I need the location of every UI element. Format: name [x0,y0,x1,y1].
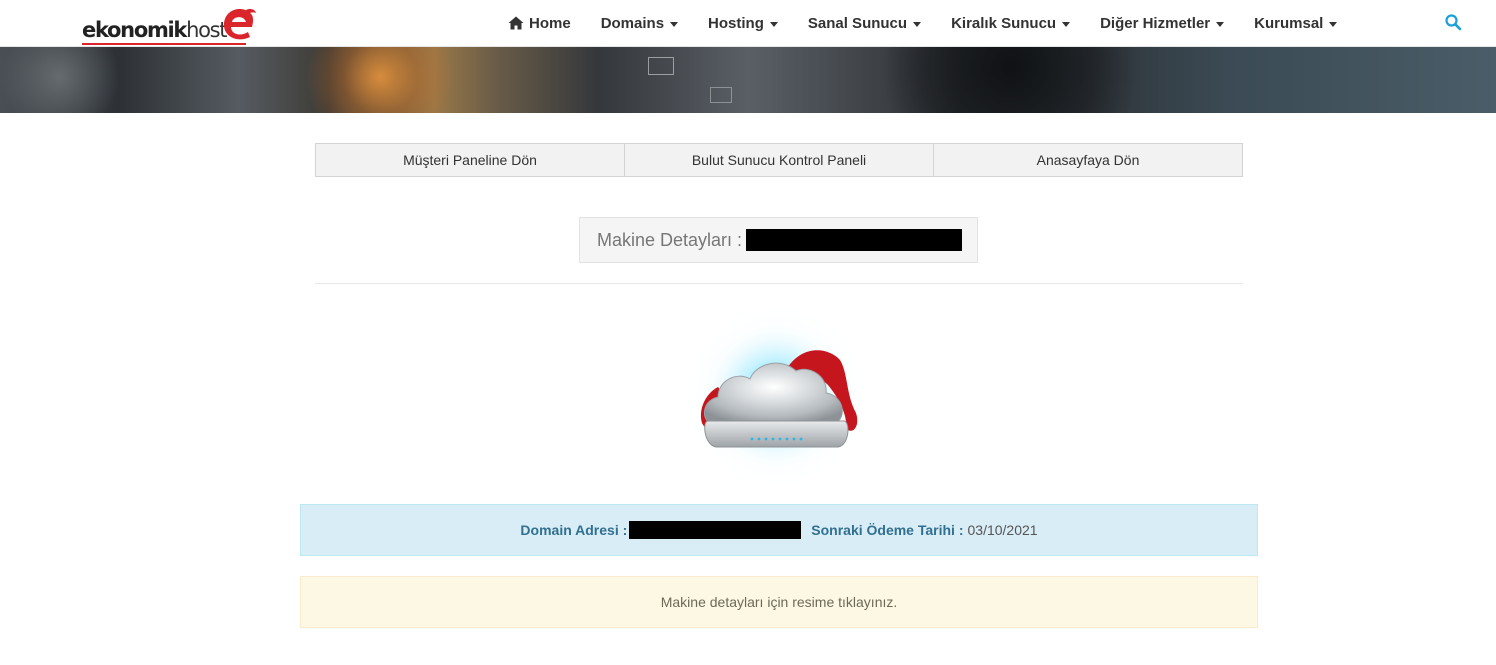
redacted-machine-name [746,229,963,251]
logo[interactable]: ekonomikhost [82,9,258,45]
logo-e-icon [224,9,257,40]
hero-decoration [0,47,120,113]
domain-address-label: Domain Adresi : [520,522,628,538]
hero-banner [0,47,1496,113]
hero-glow [300,47,460,113]
tab-bulut-sunucu-kontrol-paneli[interactable]: Bulut Sunucu Kontrol Paneli [624,143,934,177]
home-icon [508,16,524,30]
logo-text-bold: ekonomik [82,18,187,42]
nav-kiralik-sunucu-label: Kiralık Sunucu [951,14,1057,32]
divider [315,283,1243,284]
nav-sanal-sunucu[interactable]: Sanal Sunucu [807,14,922,32]
top-navbar: ekonomikhost Home Domains Hosting Sanal … [0,0,1496,47]
nav-kurumsal-label: Kurumsal [1254,14,1324,32]
machine-details-label: Makine Detayları : [597,229,743,250]
search-icon[interactable] [1444,13,1462,31]
nav-hosting[interactable]: Hosting [708,15,778,32]
next-payment-date: 03/10/2021 [967,522,1038,538]
nav-hosting-label: Hosting [708,14,764,32]
nav-diger-hizmetler[interactable]: Diğer Hizmetler [1100,14,1225,32]
mail-icon [710,87,732,103]
tab-musteri-paneli[interactable]: Müşteri Paneline Dön [315,143,625,177]
hero-shadow [860,47,1160,113]
caret-down-icon [1062,21,1071,27]
tab-anasayfa[interactable]: Anasayfaya Dön [933,143,1243,177]
caret-down-icon [913,21,922,27]
panel-tabs: Müşteri Paneline Dön Bulut Sunucu Kontro… [315,143,1243,177]
nav-home-label: Home [529,14,571,32]
nav-home[interactable]: Home [508,15,571,32]
caret-down-icon [1329,21,1338,27]
redacted-domain [629,521,802,539]
nav-sanal-sunucu-label: Sanal Sunucu [807,14,908,32]
click-image-notice: Makine detayları için resime tıklayınız. [300,576,1258,628]
domain-info-alert: Domain Adresi : Sonraki Ödeme Tarihi : 0… [300,504,1258,556]
mail-icon [648,57,674,75]
nav-domains-label: Domains [600,14,665,32]
caret-down-icon [670,21,679,27]
nav-domains[interactable]: Domains [600,14,679,32]
nav-diger-hizmetler-label: Diğer Hizmetler [1100,14,1211,32]
cloud-server-image[interactable] [678,305,878,495]
main-nav: Home Domains Hosting Sanal Sunucu Kiralı… [508,0,1338,46]
logo-text: ekonomikhost [82,18,246,45]
caret-down-icon [1216,21,1225,27]
next-payment-label: Sonraki Ödeme Tarihi : [811,522,964,538]
nav-kiralik-sunucu[interactable]: Kiralık Sunucu [951,14,1071,32]
machine-details-header: Makine Detayları : [579,217,978,263]
caret-down-icon [769,21,778,27]
nav-kurumsal[interactable]: Kurumsal [1254,14,1338,32]
logo-underline [82,43,246,45]
